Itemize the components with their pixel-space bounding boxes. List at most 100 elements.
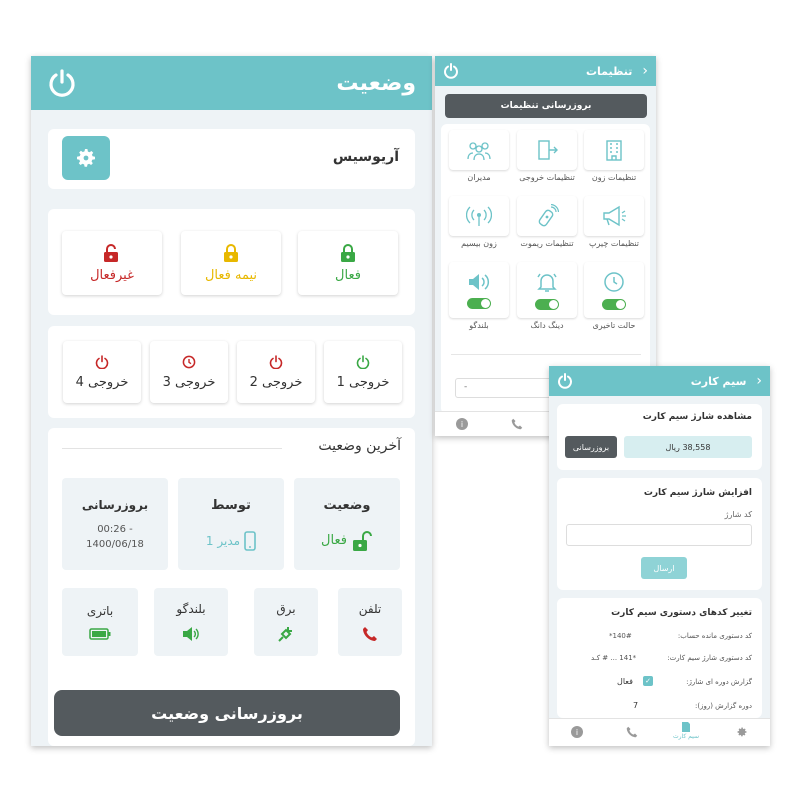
settings-item-chirp-label: تنظیمات چیرپ bbox=[588, 239, 640, 248]
update-settings-button[interactable]: بروزرسانی تنظیمات bbox=[445, 94, 647, 118]
output-3-button[interactable]: خروجی 3 bbox=[150, 341, 228, 403]
remote-icon bbox=[538, 204, 559, 227]
update-date-value: 1400/06/18 bbox=[86, 539, 144, 550]
indicator-power: برق bbox=[254, 588, 318, 656]
power-icon bbox=[95, 354, 109, 369]
dingdong-toggle[interactable] bbox=[535, 298, 559, 310]
output-4-button[interactable]: خروجی 4 bbox=[63, 341, 141, 403]
settings-item-zones[interactable] bbox=[584, 130, 644, 170]
speaker-toggle[interactable] bbox=[467, 297, 491, 309]
exit-door-icon bbox=[538, 140, 558, 160]
balance-value-box: 38,558 ریال bbox=[624, 436, 752, 458]
indicator-speaker-label: بلندگو bbox=[176, 602, 206, 616]
report-label: گزارش دوره ای شارژ: bbox=[686, 678, 752, 686]
indicator-phone: تلفن bbox=[338, 588, 402, 656]
settings-item-delay-label: حالت تاخیری bbox=[592, 321, 636, 330]
nav-sim-label: سیم کارت bbox=[673, 733, 699, 740]
arm-modes-card: فعال نیمه فعال غیرفعال bbox=[48, 209, 415, 315]
settings-item-speaker[interactable] bbox=[449, 262, 509, 318]
update-status-label: بروزرسانی وضعیت bbox=[151, 703, 303, 723]
settings-item-dingdong[interactable] bbox=[517, 262, 577, 318]
charge-code-label: کد شارژ bbox=[724, 510, 752, 519]
charge-card: افزایش شارژ سیم کارت کد شارژ ارسال bbox=[557, 478, 762, 590]
charge-code-input[interactable] bbox=[566, 524, 752, 546]
output-4-label: خروجی 4 bbox=[75, 374, 129, 390]
update-status-button[interactable]: بروزرسانی وضعیت bbox=[54, 690, 400, 736]
codes-heading: تغییر کدهای دستوری سیم کارت bbox=[611, 608, 752, 618]
by-tile: توسط مدیر 1 bbox=[178, 478, 284, 570]
settings-item-wireless[interactable] bbox=[449, 196, 509, 236]
mode-armed-button[interactable]: فعال bbox=[298, 231, 398, 295]
megaphone-icon bbox=[603, 205, 626, 227]
power-icon[interactable] bbox=[47, 68, 77, 98]
settings-item-outputs-label: تنظیمات خروجی bbox=[519, 173, 575, 182]
info-icon[interactable]: i bbox=[456, 418, 468, 430]
divider bbox=[62, 448, 282, 449]
charge-cmd-value[interactable]: *141 ... # کـد bbox=[591, 654, 636, 662]
sim-title: سیم کارت bbox=[690, 374, 747, 388]
clock-icon bbox=[604, 271, 624, 292]
users-icon bbox=[467, 142, 491, 161]
balance-code-label: کد دستوری مانده حساب: bbox=[677, 632, 752, 640]
settings-item-speaker-label: بلندگو bbox=[469, 321, 489, 330]
speaker-icon bbox=[183, 627, 199, 641]
output-3-label: خروجی 3 bbox=[162, 374, 216, 390]
device-settings-button[interactable] bbox=[62, 136, 110, 180]
nav-sim-tab[interactable]: سیم کارت bbox=[671, 721, 701, 745]
lock-closed-icon bbox=[341, 243, 355, 262]
power-icon[interactable] bbox=[443, 63, 459, 79]
settings-item-wireless-label: زون بیسیم bbox=[461, 239, 497, 248]
building-icon bbox=[606, 140, 622, 161]
indicator-speaker: بلندگو bbox=[154, 588, 228, 656]
power-icon[interactable] bbox=[557, 373, 573, 389]
back-chevron-icon[interactable]: ‹ bbox=[642, 63, 648, 79]
mode-disarmed-button[interactable]: غیرفعال bbox=[62, 231, 162, 295]
settings-select[interactable]: - bbox=[455, 378, 555, 398]
info-icon[interactable]: i bbox=[571, 726, 583, 738]
balance-refresh-button[interactable]: بروزرسانی bbox=[565, 436, 617, 458]
send-label: ارسال bbox=[653, 563, 675, 573]
back-chevron-icon[interactable]: ‹ bbox=[756, 373, 762, 389]
phone-icon[interactable] bbox=[626, 726, 638, 738]
charge-heading: افزایش شارژ سیم کارت bbox=[643, 488, 752, 498]
balance-code-value[interactable]: *140# bbox=[609, 632, 632, 640]
plug-icon bbox=[278, 627, 292, 642]
balance-heading: مشاهده شارژ سیم کارت bbox=[642, 412, 752, 422]
settings-item-admins-label: مدیران bbox=[467, 173, 491, 182]
phone-icon[interactable] bbox=[511, 418, 523, 430]
clock-icon bbox=[182, 355, 196, 368]
gear-icon[interactable] bbox=[736, 726, 748, 738]
report-checkbox[interactable]: ✓ bbox=[643, 676, 653, 686]
delay-toggle[interactable] bbox=[602, 298, 626, 310]
settings-item-remote[interactable] bbox=[517, 196, 577, 236]
bell-icon bbox=[537, 273, 557, 292]
output-2-label: خروجی 2 bbox=[249, 374, 303, 390]
mode-partial-label: نیمه فعال bbox=[204, 267, 258, 283]
indicator-battery: باتری bbox=[62, 588, 138, 656]
sim-header: ‹ سیم کارت bbox=[549, 366, 770, 396]
status-tile-label: وضعیت bbox=[323, 497, 371, 513]
period-value[interactable]: 7 bbox=[633, 701, 638, 710]
settings-header: ‹ تنظیمات bbox=[435, 56, 656, 86]
settings-select-value: - bbox=[464, 382, 468, 392]
output-2-button[interactable]: خروجی 2 bbox=[237, 341, 315, 403]
gear-icon bbox=[77, 149, 95, 167]
mode-armed-label: فعال bbox=[335, 267, 361, 283]
period-label: دوره گزارش (روز): bbox=[694, 702, 752, 710]
send-button[interactable]: ارسال bbox=[641, 557, 687, 579]
report-value: فعال bbox=[617, 677, 633, 686]
settings-item-chirp[interactable] bbox=[584, 196, 644, 236]
mode-partial-button[interactable]: نیمه فعال bbox=[181, 231, 281, 295]
settings-item-outputs[interactable] bbox=[517, 130, 577, 170]
update-time-label: بروزرسانی bbox=[81, 498, 149, 512]
output-1-button[interactable]: خروجی 1 bbox=[324, 341, 402, 403]
wireless-icon bbox=[466, 206, 492, 226]
device-name: آریوسیس bbox=[332, 149, 399, 165]
power-icon bbox=[356, 354, 370, 369]
settings-item-admins[interactable] bbox=[449, 130, 509, 170]
indicator-phone-label: تلفن bbox=[358, 602, 382, 616]
last-status-card: آخرین وضعیت وضعیت فعال توسط مدیر 1 بروزر… bbox=[48, 428, 415, 746]
settings-item-delay[interactable] bbox=[584, 262, 644, 318]
charge-cmd-label: کد دستوری شارژ سیم کارت: bbox=[667, 654, 752, 662]
indicator-power-label: برق bbox=[276, 602, 296, 616]
